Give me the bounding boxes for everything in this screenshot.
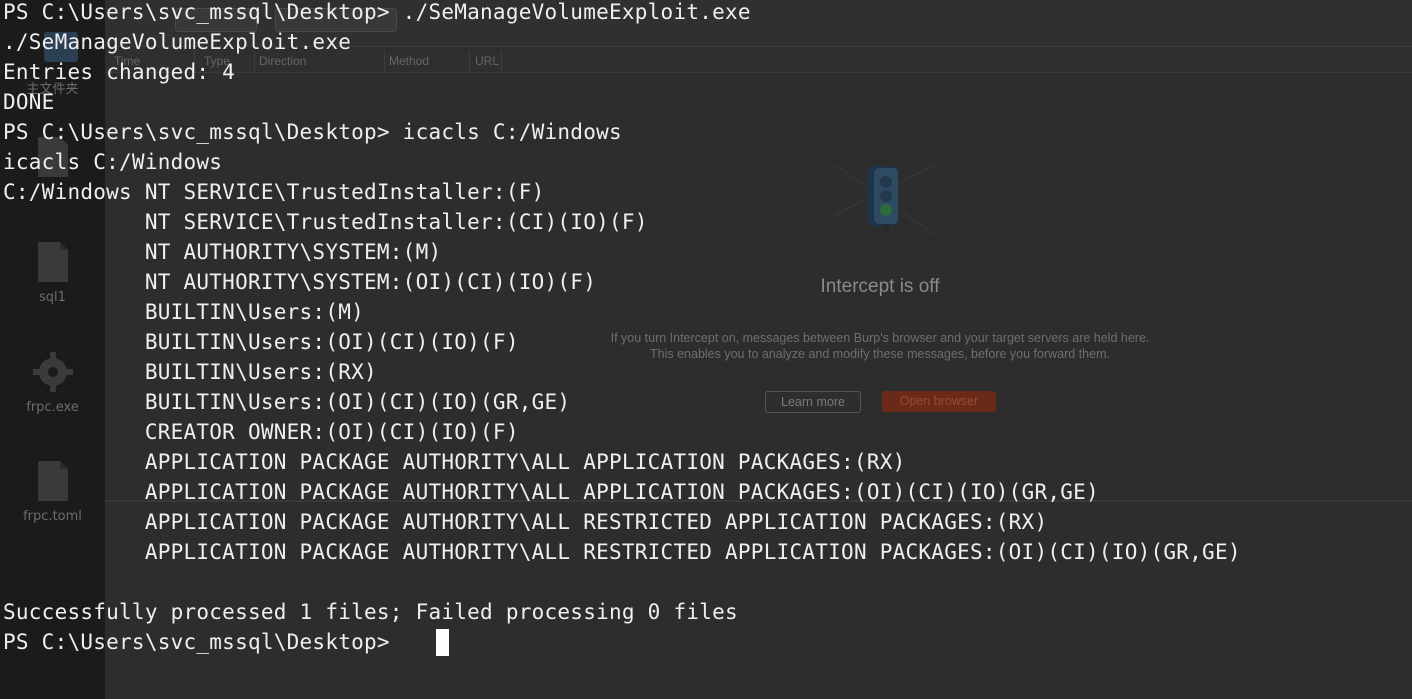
terminal-line: PS C:\Users\svc_mssql\Desktop> icacls C:… bbox=[3, 120, 622, 144]
terminal-line: BUILTIN\Users:(OI)(CI)(IO)(F) bbox=[3, 330, 519, 354]
screen: 主文件夹 sql1 frpc.exe frpc.toml Time Type D… bbox=[0, 0, 1412, 699]
terminal-line: BUILTIN\Users:(RX) bbox=[3, 360, 377, 384]
terminal-line: NT AUTHORITY\SYSTEM:(M) bbox=[3, 240, 442, 264]
terminal-cursor bbox=[436, 629, 449, 656]
terminal-line: BUILTIN\Users:(M) bbox=[3, 300, 365, 324]
terminal-line: APPLICATION PACKAGE AUTHORITY\ALL RESTRI… bbox=[3, 540, 1241, 564]
terminal-line: Successfully processed 1 files; Failed p… bbox=[3, 600, 738, 624]
terminal-line: ./SeManageVolumeExploit.exe bbox=[3, 30, 352, 54]
terminal-line: APPLICATION PACKAGE AUTHORITY\ALL APPLIC… bbox=[3, 480, 1099, 504]
terminal-line: NT AUTHORITY\SYSTEM:(OI)(CI)(IO)(F) bbox=[3, 270, 597, 294]
terminal-line: APPLICATION PACKAGE AUTHORITY\ALL APPLIC… bbox=[3, 450, 906, 474]
powershell-terminal[interactable]: PS C:\Users\svc_mssql\Desktop> ./SeManag… bbox=[0, 0, 1412, 699]
terminal-line: BUILTIN\Users:(OI)(CI)(IO)(GR,GE) bbox=[3, 390, 571, 414]
terminal-line: PS C:\Users\svc_mssql\Desktop> ./SeManag… bbox=[3, 0, 751, 24]
terminal-line: icacls C:/Windows bbox=[3, 150, 223, 174]
terminal-line: CREATOR OWNER:(OI)(CI)(IO)(F) bbox=[3, 420, 519, 444]
terminal-line: Entries changed: 4 bbox=[3, 60, 236, 84]
terminal-line: APPLICATION PACKAGE AUTHORITY\ALL RESTRI… bbox=[3, 510, 1048, 534]
terminal-prompt-line[interactable]: PS C:\Users\svc_mssql\Desktop> bbox=[3, 627, 403, 657]
terminal-line: NT SERVICE\TrustedInstaller:(CI)(IO)(F) bbox=[3, 210, 648, 234]
terminal-line: C:/Windows NT SERVICE\TrustedInstaller:(… bbox=[3, 180, 545, 204]
terminal-line: DONE bbox=[3, 90, 55, 114]
